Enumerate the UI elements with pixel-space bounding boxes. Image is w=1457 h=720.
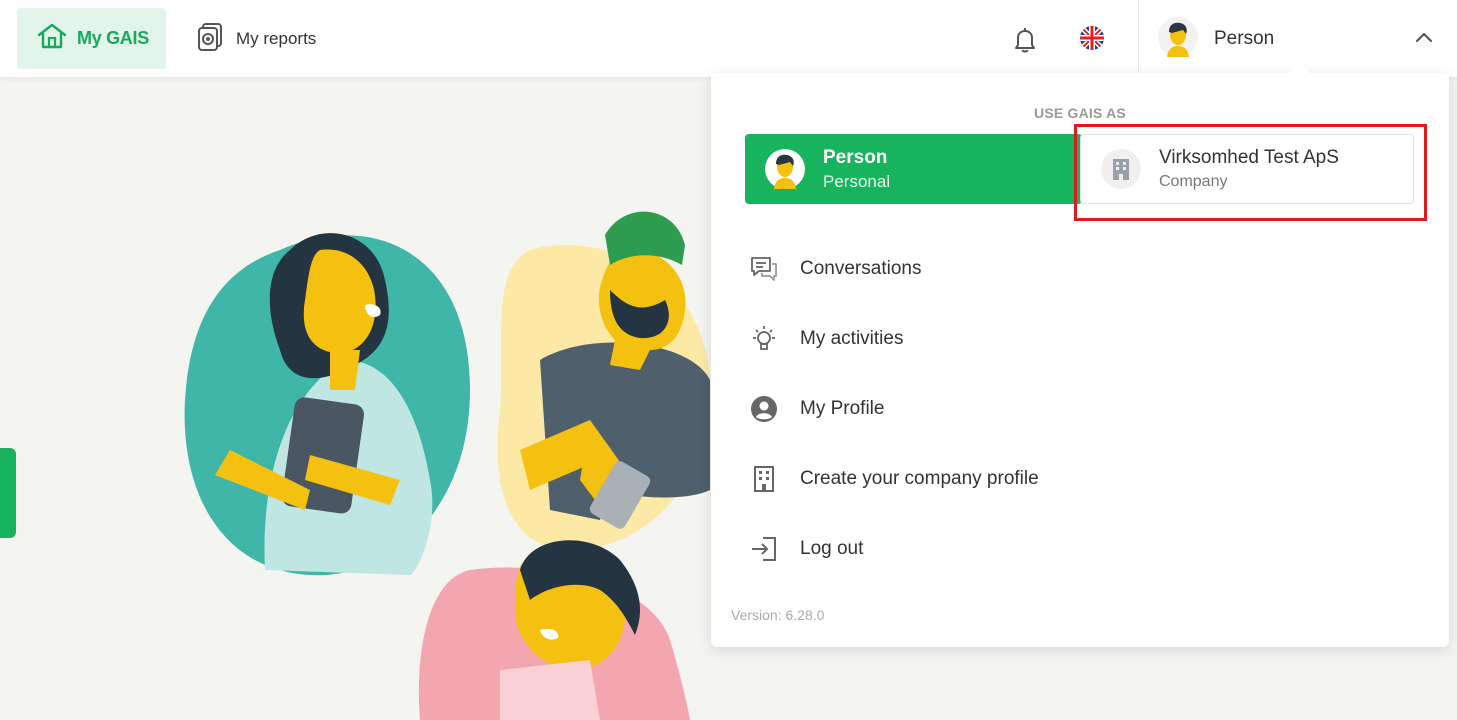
chat-icon bbox=[749, 254, 779, 284]
chevron-up-icon[interactable] bbox=[1414, 30, 1434, 49]
reports-icon bbox=[196, 22, 224, 57]
menu-item-log-out[interactable]: Log out bbox=[749, 529, 863, 569]
nav-my-gais-label: My GAIS bbox=[77, 28, 149, 48]
notifications-bell-icon[interactable] bbox=[1012, 26, 1038, 59]
menu-item-label: My Profile bbox=[800, 398, 885, 419]
menu-item-my-profile[interactable]: My Profile bbox=[749, 389, 884, 429]
menu-item-label: Log out bbox=[800, 538, 864, 559]
menu-item-label: Create your company profile bbox=[800, 468, 1039, 489]
lightbulb-icon bbox=[749, 324, 779, 354]
logout-icon bbox=[749, 534, 779, 564]
home-icon bbox=[37, 23, 67, 54]
user-menu-button[interactable]: Person bbox=[1158, 16, 1275, 62]
menu-item-my-activities[interactable]: My activities bbox=[749, 319, 903, 359]
profile-icon bbox=[749, 394, 779, 424]
people-illustration bbox=[170, 190, 730, 720]
nav-my-reports-label: My reports bbox=[236, 29, 317, 48]
building-icon bbox=[749, 464, 779, 494]
nav-my-reports[interactable]: My reports bbox=[196, 22, 316, 56]
top-navigation-bar: My GAIS My reports Person bbox=[0, 0, 1457, 78]
menu-item-label: My activities bbox=[800, 328, 904, 349]
account-dropdown-panel: USE GAIS AS Person Personal Virksomhed T… bbox=[711, 63, 1449, 647]
account-option-person[interactable]: Person Personal bbox=[745, 134, 1082, 204]
person-avatar bbox=[765, 149, 805, 189]
red-highlight-box bbox=[1074, 124, 1427, 221]
menu-item-create-company-profile[interactable]: Create your company profile bbox=[749, 459, 1039, 499]
menu-item-conversations[interactable]: Conversations bbox=[749, 249, 921, 289]
app-version: Version: 6.28.0 bbox=[731, 607, 825, 623]
feedback-side-tab[interactable] bbox=[0, 448, 16, 538]
use-gais-as-heading: USE GAIS AS bbox=[1034, 105, 1126, 121]
header-divider bbox=[1138, 0, 1139, 78]
user-avatar bbox=[1158, 16, 1198, 62]
user-name: Person bbox=[1214, 28, 1275, 49]
account-person-name: Person bbox=[823, 146, 888, 168]
nav-my-gais[interactable]: My GAIS bbox=[17, 8, 166, 69]
menu-item-label: Conversations bbox=[800, 258, 922, 279]
language-flag-uk-icon[interactable] bbox=[1080, 26, 1104, 50]
account-person-type: Personal bbox=[823, 171, 891, 191]
